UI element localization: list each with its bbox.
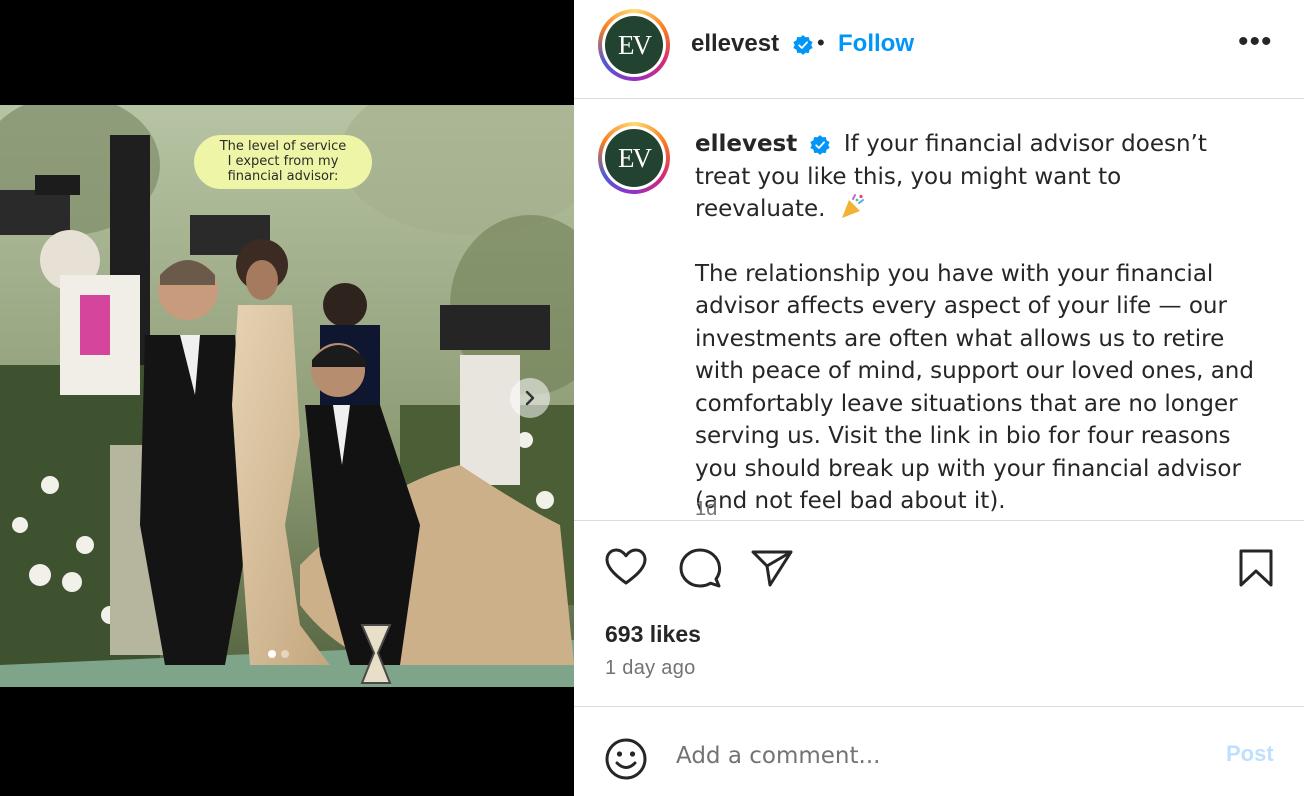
post-date[interactable]: 1 day ago [605,657,696,680]
avatar-inner: EV [602,126,666,190]
more-options-icon[interactable]: ••• [1238,27,1273,57]
overlay-line-3: financial advisor: [227,169,339,184]
overlay-caption-bubble: The level of service I expect from my fi… [194,135,372,189]
caption-paragraph: The relationship you have with your fina… [695,260,1254,515]
caption-author-avatar[interactable]: EV [598,122,670,194]
like-button[interactable] [604,547,648,592]
emoji-icon [605,738,647,780]
comment-bar: Post [574,706,1304,796]
save-button[interactable] [1238,548,1274,593]
red-carpet-photo [0,105,574,687]
carousel-next-button[interactable] [510,378,550,418]
heart-icon [605,548,647,585]
share-icon [751,550,793,587]
follow-button[interactable]: Follow [838,30,914,58]
post-comment-button[interactable]: Post [1226,741,1274,767]
caption-username[interactable]: ellevest [695,131,797,157]
share-button[interactable] [750,547,794,594]
post-header: EV ellevest • Follow ••• [574,0,1304,99]
likes-count[interactable]: 693 likes [605,621,701,648]
caption-timestamp[interactable]: 1d [695,498,717,520]
ellevest-logo: EV [605,16,663,74]
comment-icon [679,548,722,588]
avatar-inner: EV [602,13,666,77]
bookmark-icon [1239,549,1273,587]
author-avatar[interactable]: EV [598,9,670,81]
caption-text: ellevest If your financial advisor doesn… [695,128,1255,518]
overlay-line-1: The level of service [219,139,347,154]
post-sidebar: EV ellevest • Follow ••• EV ellevest If [574,0,1304,796]
carousel-indicator [268,650,289,658]
header-separator: • [817,30,825,55]
ellevest-logo: EV [605,129,663,187]
overlay-line-2: I expect from my [227,154,339,169]
comment-input[interactable] [676,739,1196,773]
caption-section: EV ellevest If your financial advisor do… [574,100,1304,520]
emoji-button[interactable] [604,737,648,786]
author-username-link[interactable]: ellevest [691,30,814,58]
chevron-right-icon [525,390,535,406]
verified-badge-icon [809,134,830,155]
post-photo[interactable] [0,105,574,687]
carousel-dot-2 [281,650,289,658]
comment-button[interactable] [678,546,722,595]
verified-badge-icon [793,34,813,55]
divider [574,520,1304,521]
author-username: ellevest [691,30,780,57]
confetti-icon [841,194,864,218]
post-media: The level of service I expect from my fi… [0,0,574,796]
carousel-dot-1 [268,650,276,658]
